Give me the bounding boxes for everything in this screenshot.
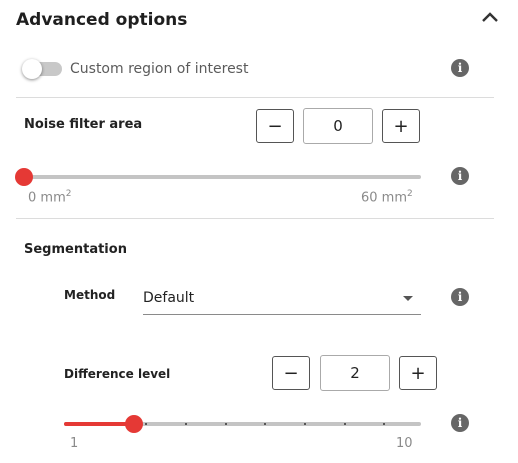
difference-level-max-label: 10 xyxy=(396,436,413,451)
slider-tick xyxy=(264,423,267,425)
panel-title: Advanced options xyxy=(16,10,188,30)
difference-level-decrement-button[interactable]: − xyxy=(272,356,310,390)
difference-level-value-input[interactable]: 2 xyxy=(320,355,390,391)
method-label: Method xyxy=(64,288,116,302)
slider-tick xyxy=(383,423,386,425)
slider-tick xyxy=(145,423,148,425)
noise-filter-decrement-button[interactable]: − xyxy=(256,109,294,143)
difference-level-slider-fill xyxy=(64,422,134,426)
info-icon[interactable]: i xyxy=(451,167,469,185)
difference-level-increment-button[interactable]: + xyxy=(399,356,437,390)
method-select[interactable]: Default xyxy=(143,284,421,315)
noise-filter-max-label: 60 mm2 xyxy=(361,189,413,206)
method-select-value: Default xyxy=(143,290,195,306)
roi-toggle-label: Custom region of interest xyxy=(70,61,249,77)
slider-tick xyxy=(304,423,306,425)
slider-tick xyxy=(185,423,187,425)
collapse-button[interactable] xyxy=(478,6,502,28)
noise-filter-min-label: 0 mm2 xyxy=(28,189,72,206)
info-icon[interactable]: i xyxy=(451,414,469,432)
difference-level-label: Difference level xyxy=(64,367,171,381)
slider-tick xyxy=(224,423,227,425)
info-icon[interactable]: i xyxy=(451,288,469,306)
toggle-knob xyxy=(22,59,42,79)
noise-filter-value-input[interactable]: 0 xyxy=(303,108,373,144)
chevron-up-icon xyxy=(482,12,498,22)
divider xyxy=(16,218,494,219)
divider xyxy=(16,97,494,98)
difference-level-min-label: 1 xyxy=(70,436,79,451)
roi-toggle[interactable] xyxy=(22,59,62,79)
noise-filter-slider-track[interactable] xyxy=(24,175,421,179)
caret-down-icon xyxy=(403,296,413,301)
slider-tick xyxy=(343,423,346,425)
info-icon[interactable]: i xyxy=(451,59,469,77)
segmentation-heading: Segmentation xyxy=(24,242,127,257)
noise-filter-label: Noise filter area xyxy=(24,117,143,132)
noise-filter-slider-thumb[interactable] xyxy=(15,168,33,186)
difference-level-slider-thumb[interactable] xyxy=(124,415,143,433)
noise-filter-increment-button[interactable]: + xyxy=(382,109,420,143)
